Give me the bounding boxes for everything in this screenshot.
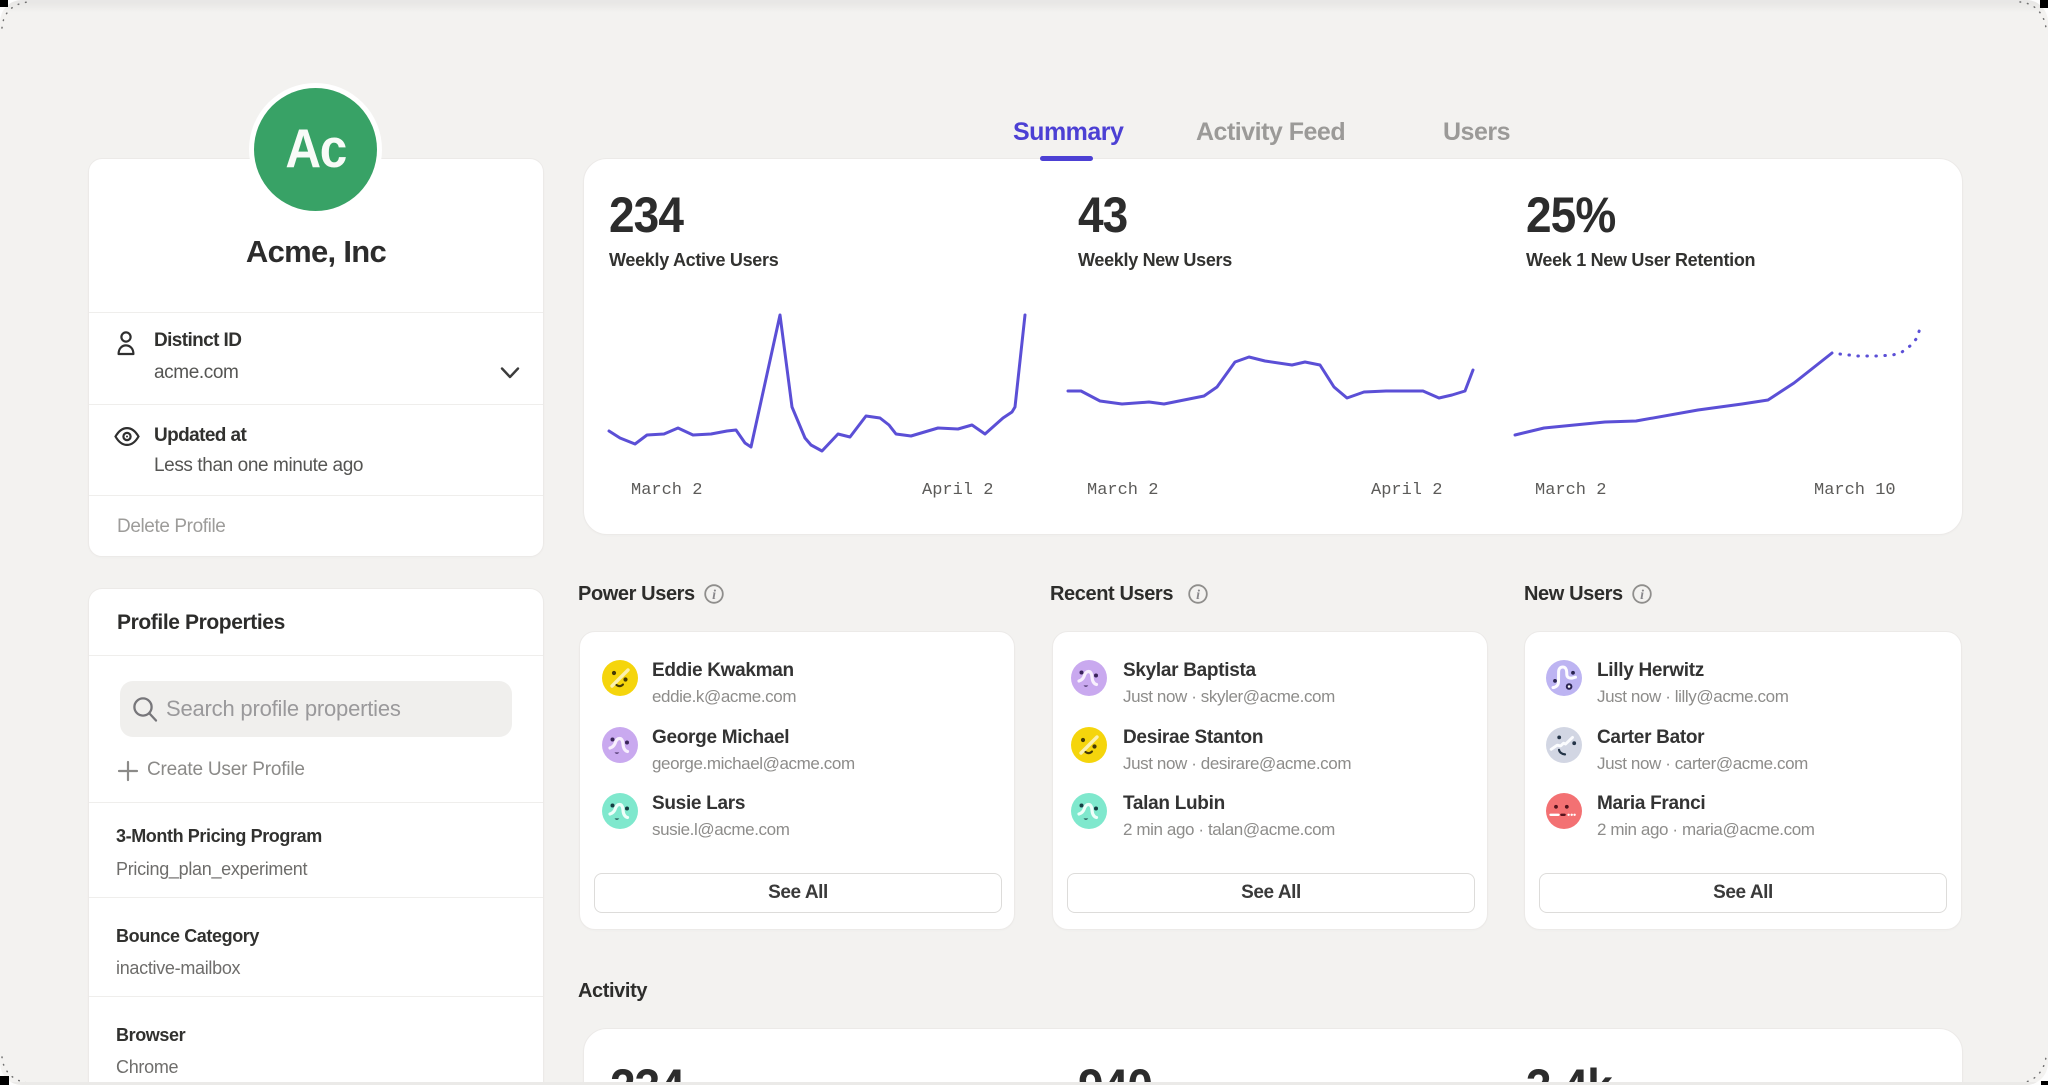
svg-text:i: i xyxy=(1640,588,1644,603)
svg-text:i: i xyxy=(712,588,716,603)
svg-text:i: i xyxy=(1196,588,1200,603)
